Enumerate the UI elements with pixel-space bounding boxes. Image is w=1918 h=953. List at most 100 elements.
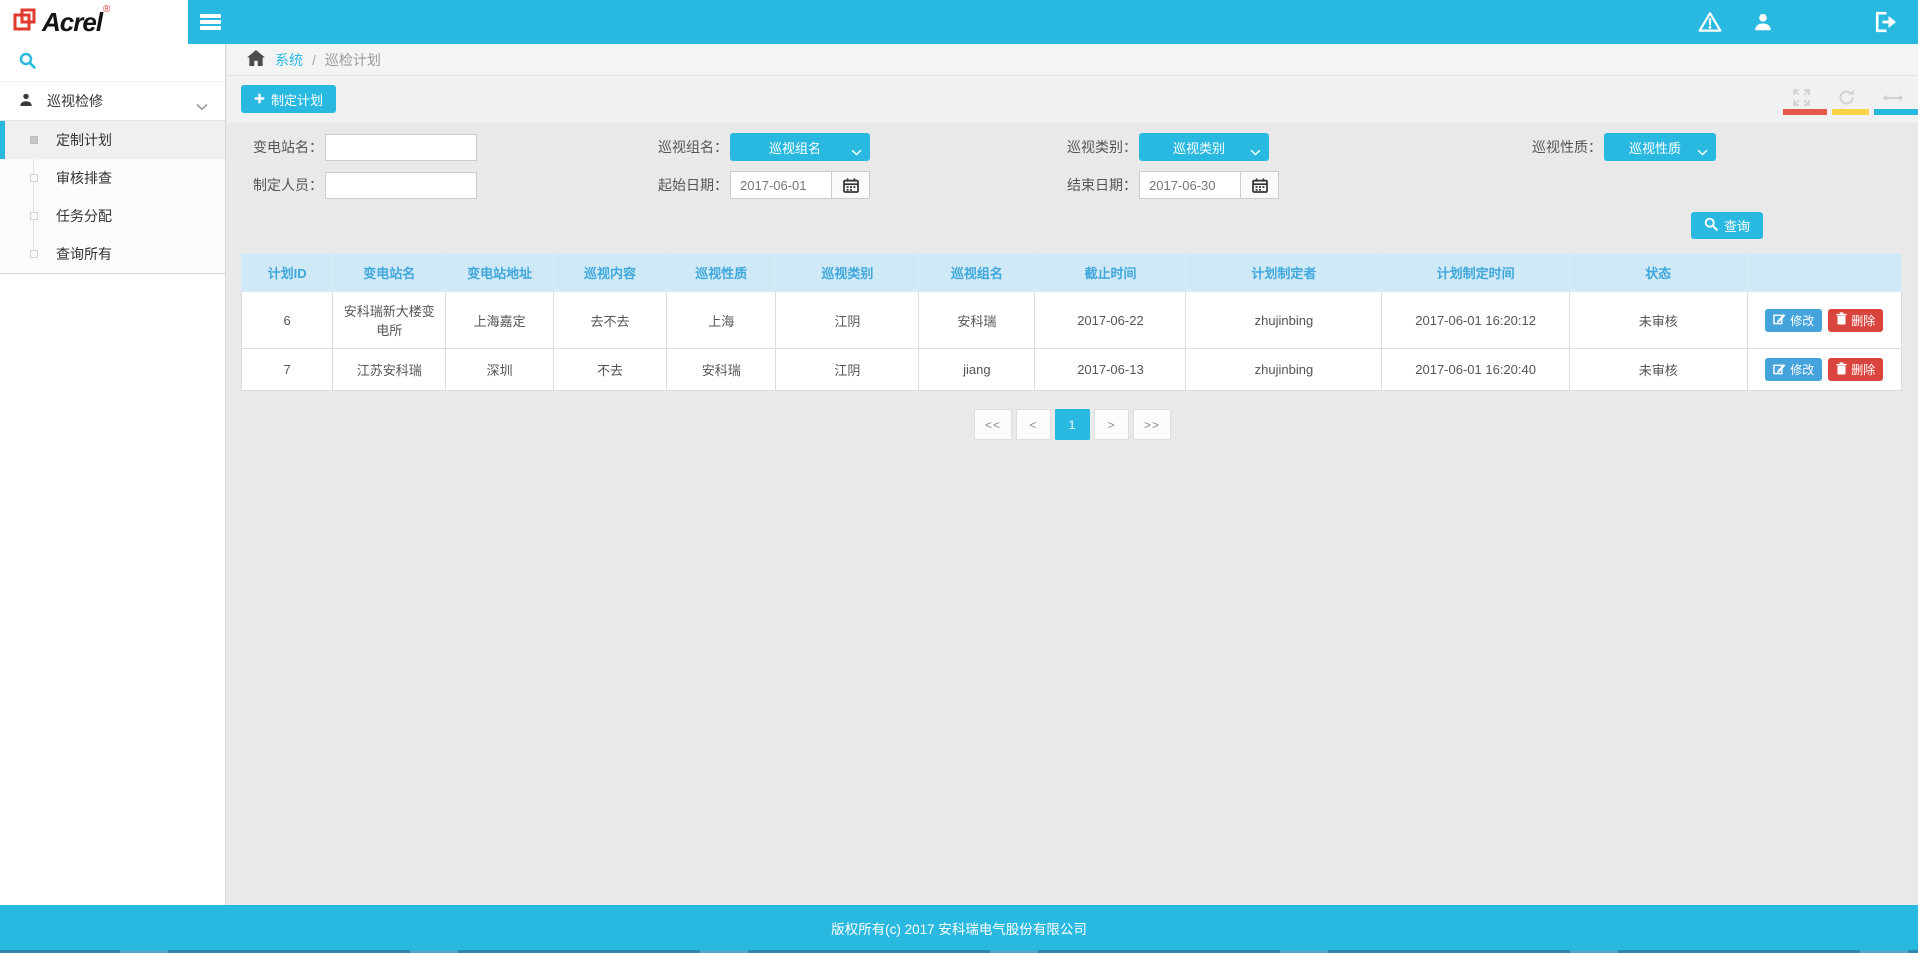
start-date-label: 起始日期：	[646, 175, 728, 195]
breadcrumb: 系统 / 巡检计划	[227, 44, 1918, 76]
patrol-nature-dropdown[interactable]: 巡视性质	[1604, 133, 1716, 161]
sidebar-item-1[interactable]: 定制计划	[0, 121, 225, 159]
end-date-input[interactable]	[1139, 171, 1241, 199]
panel-controls	[1792, 88, 1904, 107]
breadcrumb-root-link[interactable]: 系统	[275, 50, 303, 70]
logout-icon[interactable]	[1874, 11, 1898, 33]
pagination-first[interactable]: <<	[974, 409, 1012, 440]
table-cell: 上海嘉定	[446, 292, 554, 349]
table-cell: 不去	[554, 349, 667, 391]
patrol-group-label: 巡视组名：	[646, 137, 728, 157]
plus-icon	[254, 92, 265, 107]
patrol-category-label: 巡视类别：	[1055, 137, 1137, 157]
trash-icon	[1836, 362, 1847, 378]
pagination-last[interactable]: >>	[1133, 409, 1171, 440]
sidebar-item-2[interactable]: 审核排查	[0, 159, 225, 197]
filters-panel: 变电站名： 巡视组名： 巡视组名 巡视类别： 巡视类别	[227, 132, 1918, 243]
chevron-down-icon	[1697, 144, 1708, 159]
table-cell: 安科瑞	[919, 292, 1035, 349]
table-row: 7江苏安科瑞深圳不去安科瑞江阴jiang2017-06-13zhujinbing…	[242, 349, 1902, 391]
sidebar-group-inspection[interactable]: 巡视检修	[0, 82, 225, 121]
patrol-group-selected: 巡视组名	[769, 138, 821, 157]
table-cell: 安科瑞	[666, 349, 776, 391]
column-header: 巡视内容	[554, 254, 667, 292]
table-cell: zhujinbing	[1186, 349, 1382, 391]
query-button[interactable]: 查询	[1691, 212, 1763, 239]
brand-logo-icon	[13, 7, 37, 38]
table-cell: jiang	[919, 349, 1035, 391]
column-header: 计划制定时间	[1382, 254, 1570, 292]
main-content: 制定计划	[227, 76, 1918, 905]
delete-button[interactable]: 删除	[1828, 358, 1883, 381]
delete-button[interactable]: 删除	[1828, 309, 1883, 332]
edit-button[interactable]: 修改	[1765, 358, 1822, 381]
table-cell: 江阴	[776, 292, 919, 349]
yellow-bar	[1832, 109, 1869, 115]
sidebar-item-3[interactable]: 任务分配	[0, 197, 225, 235]
warning-icon[interactable]	[1698, 11, 1722, 33]
table-cell: 安科瑞新大楼变电所	[333, 292, 446, 349]
patrol-category-selected: 巡视类别	[1173, 138, 1225, 157]
pagination: <<<1>>>	[227, 409, 1918, 440]
chevron-down-icon	[851, 144, 862, 159]
refresh-icon[interactable]	[1837, 88, 1856, 107]
calendar-icon[interactable]	[832, 171, 870, 199]
sidebar-submenu: 定制计划审核排查任务分配查询所有	[0, 121, 225, 274]
creator-label: 制定人员：	[241, 175, 323, 195]
resize-horizontal-icon[interactable]	[1882, 88, 1904, 107]
plans-table-wrap: 计划ID变电站名变电站地址巡视内容巡视性质巡视类别巡视组名截止时间计划制定者计划…	[241, 253, 1902, 391]
copyright-text: 版权所有(c) 2017 安科瑞电气股份有限公司	[831, 918, 1087, 938]
patrol-category-dropdown[interactable]: 巡视类别	[1139, 133, 1269, 161]
sidebar: 巡视检修 定制计划审核排查任务分配查询所有	[0, 44, 226, 905]
brand-name: Acrel	[42, 7, 102, 38]
sidebar-item-label: 任务分配	[56, 208, 112, 224]
user-icon[interactable]	[1752, 11, 1774, 33]
table-cell: 去不去	[554, 292, 667, 349]
brand-logo[interactable]: Acrel ®	[0, 0, 188, 44]
table-cell: 未审核	[1569, 292, 1747, 349]
table-header-row: 计划ID变电站名变电站地址巡视内容巡视性质巡视类别巡视组名截止时间计划制定者计划…	[242, 254, 1902, 292]
end-date-label: 结束日期：	[1055, 175, 1137, 195]
actions-cell: 修改删除	[1747, 349, 1901, 391]
pagination-page[interactable]: 1	[1055, 409, 1090, 440]
sidebar-search[interactable]	[0, 44, 225, 82]
pagination-prev[interactable]: <	[1016, 409, 1051, 440]
trash-icon	[1836, 312, 1847, 328]
footer: 版权所有(c) 2017 安科瑞电气股份有限公司	[0, 905, 1918, 950]
patrol-group-dropdown[interactable]: 巡视组名	[730, 133, 870, 161]
sidebar-item-label: 定制计划	[56, 132, 112, 148]
menu-toggle-icon[interactable]	[197, 11, 223, 33]
cyan-bar	[1874, 109, 1918, 115]
table-cell: 江苏安科瑞	[333, 349, 446, 391]
table-row: 6安科瑞新大楼变电所上海嘉定去不去上海江阴安科瑞2017-06-22zhujin…	[242, 292, 1902, 349]
edit-icon	[1773, 362, 1786, 378]
table-cell: 深圳	[446, 349, 554, 391]
column-header: 巡视类别	[776, 254, 919, 292]
column-header	[1747, 254, 1901, 292]
table-cell: 2017-06-01 16:20:12	[1382, 292, 1570, 349]
edit-button[interactable]: 修改	[1765, 309, 1822, 332]
chevron-down-icon	[1250, 144, 1261, 159]
topbar: Acrel ®	[0, 0, 1918, 44]
pagination-next[interactable]: >	[1094, 409, 1129, 440]
search-icon	[19, 52, 36, 74]
table-cell: 6	[242, 292, 333, 349]
table-cell: 2017-06-13	[1035, 349, 1186, 391]
start-date-input[interactable]	[730, 171, 832, 199]
content-toolbar: 制定计划	[227, 76, 1918, 123]
create-plan-button[interactable]: 制定计划	[241, 85, 336, 113]
calendar-icon[interactable]	[1241, 171, 1279, 199]
expand-icon[interactable]	[1792, 88, 1811, 107]
sidebar-item-label: 审核排查	[56, 170, 112, 186]
table-cell: 2017-06-01 16:20:40	[1382, 349, 1570, 391]
creator-input[interactable]	[325, 172, 477, 199]
query-label: 查询	[1724, 216, 1750, 235]
station-name-input[interactable]	[325, 134, 477, 161]
table-cell: 江阴	[776, 349, 919, 391]
sidebar-item-label: 查询所有	[56, 246, 112, 262]
sidebar-item-4[interactable]: 查询所有	[0, 235, 225, 273]
column-header: 计划制定者	[1186, 254, 1382, 292]
sidebar-group-label: 巡视检修	[47, 91, 103, 111]
user-silhouette-icon	[19, 93, 33, 110]
column-header: 变电站地址	[446, 254, 554, 292]
